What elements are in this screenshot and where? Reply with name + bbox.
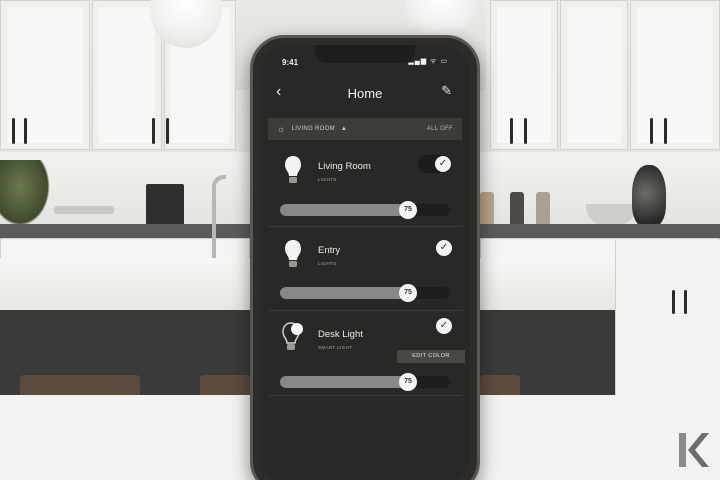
brand-logo-icon (679, 433, 709, 467)
color-bulb-icon (282, 322, 303, 350)
slider-thumb[interactable]: 75 (399, 373, 417, 391)
room-selector-bar[interactable]: ☼ LIVING ROOM ▲ ALL OFF (268, 118, 462, 140)
light-type: SMART LIGHT (318, 345, 353, 350)
light-name: Living Room (318, 161, 371, 172)
page-title: Home (347, 86, 383, 101)
brightness-slider[interactable]: 75 (280, 201, 450, 219)
light-name: Entry (318, 245, 341, 256)
plant (0, 160, 50, 226)
brightness-slider[interactable]: 75 (280, 373, 450, 391)
jar (510, 192, 524, 226)
cabinet-handle (664, 118, 667, 144)
bar-stool (20, 375, 140, 395)
slider-thumb[interactable]: 75 (399, 201, 417, 219)
light-card: Entry LIGHTS ✓ 75 (268, 228, 462, 311)
brightness-slider[interactable]: 75 (280, 284, 450, 302)
vase (632, 165, 666, 227)
slider-fill (280, 204, 408, 216)
caret-up-icon[interactable]: ▲ (341, 126, 347, 132)
cabinet-handle (684, 290, 687, 314)
light-name: Desk Light (318, 329, 363, 340)
sun-icon: ☼ (277, 124, 286, 134)
jar (536, 192, 550, 226)
edit-color-button[interactable]: EDIT COLOR (397, 350, 465, 363)
all-off-button[interactable]: ALL OFF (427, 126, 453, 132)
cabinet-handle (672, 290, 675, 314)
cabinet-handle (650, 118, 653, 144)
cabinet-handle (524, 118, 527, 144)
cutting-board (146, 184, 184, 226)
slider-thumb[interactable]: 75 (399, 284, 417, 302)
room-name[interactable]: LIVING ROOM (292, 126, 335, 132)
jar (480, 192, 494, 226)
phone-screen: 9:41 ▂▄▆ ᯤ ▭ ‹ Home ✎ ☼ LIVING ROOM ▲ AL… (260, 45, 470, 480)
status-icons: ▂▄▆ ᯤ ▭ (408, 58, 448, 65)
phone-notch (315, 45, 415, 63)
upper-cabinet (630, 0, 720, 150)
bulb-icon (285, 240, 301, 267)
light-card: Living Room LIGHTS ✓ 75 (268, 143, 462, 227)
cabinet-handle (166, 118, 169, 144)
cabinet-handle (152, 118, 155, 144)
slider-fill (280, 287, 408, 299)
power-toggle[interactable]: ✓ (418, 155, 452, 173)
check-icon[interactable]: ✓ (436, 240, 452, 256)
cabinet-handle (12, 118, 15, 144)
cabinet-handle (510, 118, 513, 144)
cake-stand (54, 206, 114, 214)
status-time: 9:41 (282, 58, 299, 67)
light-type: LIGHTS (318, 177, 337, 182)
side-cabinet (615, 240, 720, 395)
check-icon: ✓ (435, 156, 451, 172)
upper-cabinet (560, 0, 628, 150)
bar-stool (480, 375, 520, 395)
cabinet-handle (24, 118, 27, 144)
light-type: LIGHTS (318, 261, 337, 266)
slider-fill (280, 376, 408, 388)
bulb-icon (285, 156, 301, 183)
phone-device: 9:41 ▂▄▆ ᯤ ▭ ‹ Home ✎ ☼ LIVING ROOM ▲ AL… (250, 35, 480, 480)
pencil-icon[interactable]: ✎ (441, 83, 452, 99)
bar-stool (200, 375, 250, 395)
check-icon[interactable]: ✓ (436, 318, 452, 334)
